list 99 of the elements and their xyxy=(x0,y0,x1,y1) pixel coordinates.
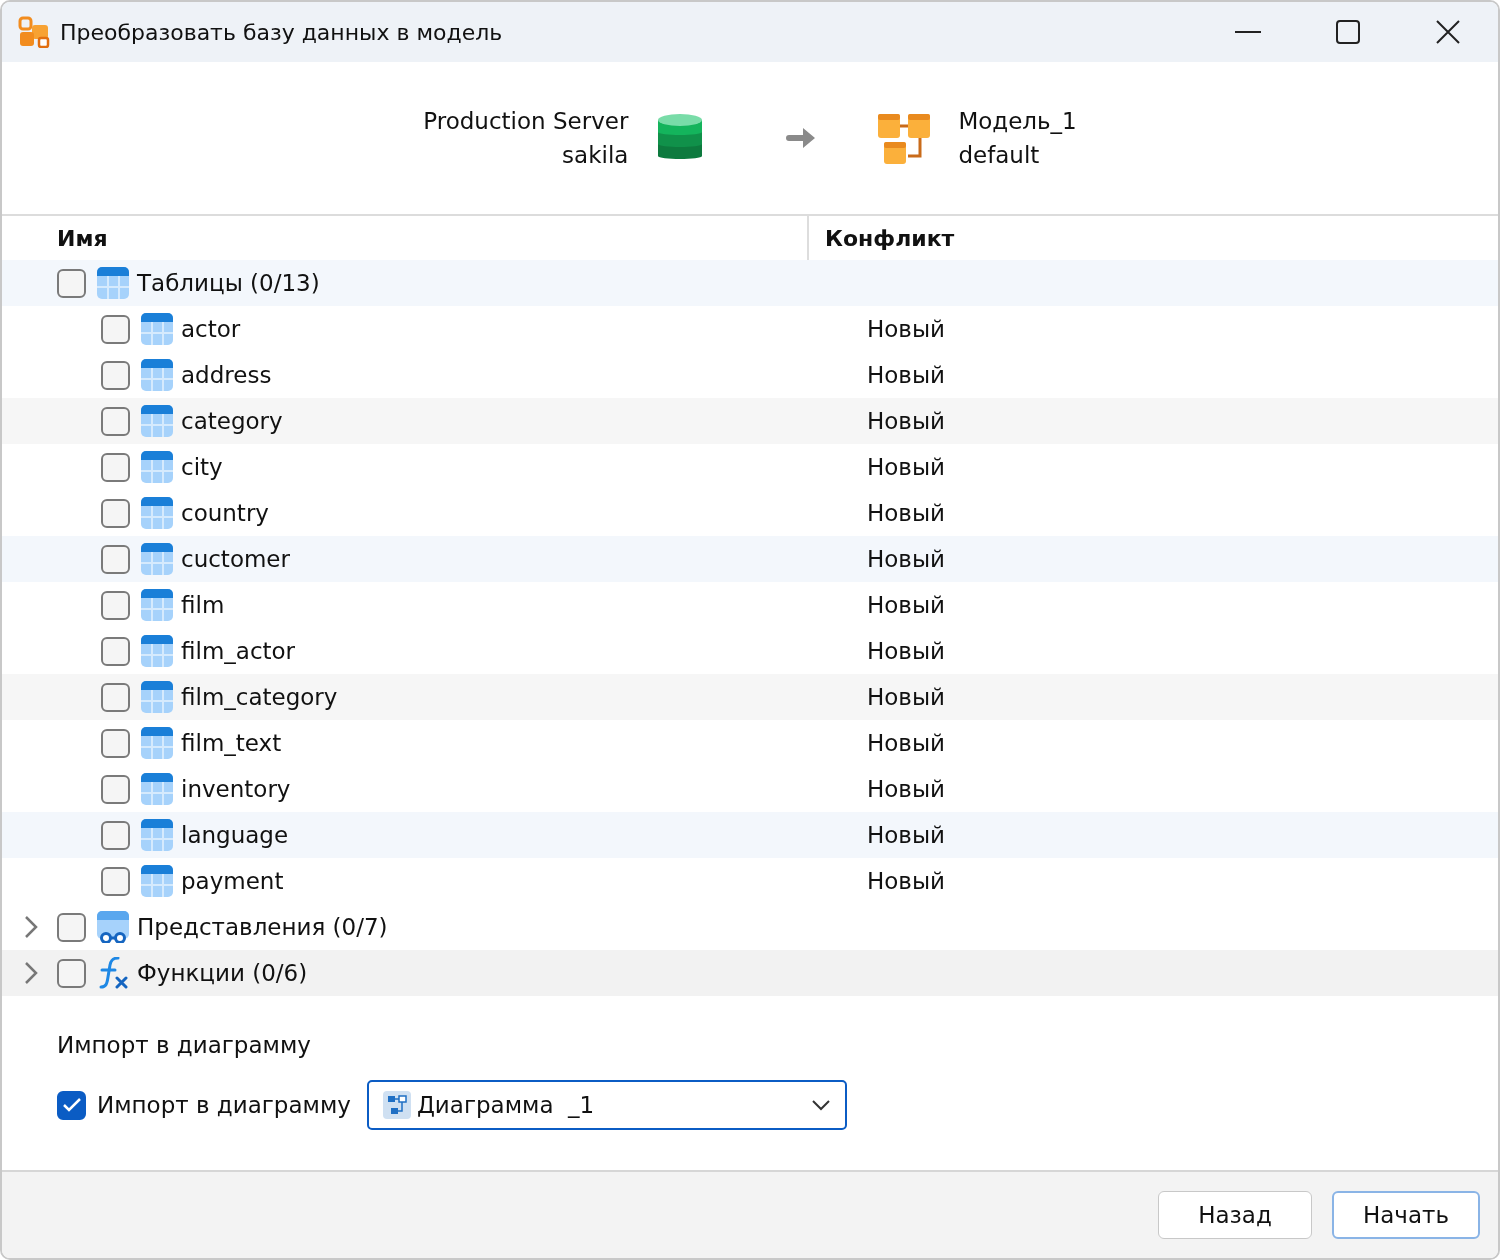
conflict-status: Новый xyxy=(866,638,946,664)
tree-row[interactable]: Функции (0/6) xyxy=(2,950,1498,996)
table-icon xyxy=(141,727,173,759)
conflict-status: Новый xyxy=(866,546,946,572)
checkbox[interactable] xyxy=(101,728,130,758)
tree-row[interactable]: actor Новый xyxy=(2,306,1498,352)
view-icon xyxy=(97,911,129,943)
table-icon xyxy=(141,313,173,345)
checkbox[interactable] xyxy=(101,774,130,804)
table-icon xyxy=(141,589,173,621)
checkbox[interactable] xyxy=(101,820,130,850)
conflict-status: Новый xyxy=(866,776,946,802)
group-label: Таблицы (0/13) xyxy=(137,270,320,296)
tree-row[interactable]: address Новый xyxy=(2,352,1498,398)
table-name: city xyxy=(181,454,223,480)
checkbox[interactable] xyxy=(101,360,130,390)
tree-row[interactable]: cuctomer Новый xyxy=(2,536,1498,582)
database-name: sakila xyxy=(562,141,629,170)
checkbox[interactable] xyxy=(57,268,86,298)
chevron-right-icon[interactable] xyxy=(24,961,38,985)
checkbox[interactable] xyxy=(101,406,130,436)
tree-row[interactable]: payment Новый xyxy=(2,858,1498,904)
model-diagram-icon xyxy=(878,112,931,164)
checkbox[interactable] xyxy=(101,544,130,574)
table-name: inventory xyxy=(181,776,291,802)
table-icon xyxy=(141,405,173,437)
column-header[interactable]: Конфликт xyxy=(809,225,955,251)
table-icon xyxy=(141,865,173,897)
chevron-right-icon[interactable] xyxy=(24,915,38,939)
tree-row[interactable]: film Новый xyxy=(2,582,1498,628)
conflict-status: Новый xyxy=(866,684,946,710)
table-icon xyxy=(141,773,173,805)
table-name: cuctomer xyxy=(181,546,290,572)
table-name: film_text xyxy=(181,730,282,756)
conflict-status: Новый xyxy=(866,362,946,388)
conflict-status: Новый xyxy=(866,868,946,894)
schema-name: default xyxy=(958,141,1040,170)
table-icon xyxy=(97,267,129,299)
function-icon xyxy=(97,957,129,989)
checkbox[interactable] xyxy=(101,498,130,528)
table-name: film xyxy=(181,592,225,618)
model-name: Модель_1 xyxy=(958,107,1077,136)
group-label: Представления (0/7) xyxy=(137,914,388,940)
table-icon xyxy=(141,497,173,529)
table-name: language xyxy=(181,822,289,848)
checkbox[interactable] xyxy=(101,590,130,620)
table-name: payment xyxy=(181,868,284,894)
conflict-status: Новый xyxy=(866,316,946,342)
tree-row[interactable]: Представления (0/7) xyxy=(2,904,1498,950)
back-button[interactable]: Назад xyxy=(1158,1191,1312,1239)
checkbox[interactable] xyxy=(57,912,86,942)
section-heading: Импорт в диаграмму xyxy=(57,1032,312,1058)
conflict-status: Новый xyxy=(866,500,946,526)
conflict-status: Новый xyxy=(866,454,946,480)
table-name: country xyxy=(181,500,269,526)
table-icon xyxy=(141,359,173,391)
checkmark-icon xyxy=(61,1097,82,1113)
checkbox[interactable] xyxy=(57,958,86,988)
table-icon xyxy=(141,635,173,667)
conflict-status: Новый xyxy=(866,408,946,434)
tree-row[interactable]: Таблицы (0/13) xyxy=(2,260,1498,306)
table-name: category xyxy=(181,408,283,434)
checkbox[interactable] xyxy=(57,1090,86,1120)
conflict-status: Новый xyxy=(866,730,946,756)
tree-row[interactable]: language Новый xyxy=(2,812,1498,858)
tree-row[interactable]: film_text Новый xyxy=(2,720,1498,766)
close-icon xyxy=(1436,20,1460,44)
checkbox[interactable] xyxy=(101,866,130,896)
table-icon xyxy=(141,543,173,575)
table-name: actor xyxy=(181,316,241,342)
table-icon xyxy=(141,451,173,483)
conflict-status: Новый xyxy=(866,592,946,618)
minimize-icon xyxy=(1235,31,1261,33)
tree-row[interactable]: city Новый xyxy=(2,444,1498,490)
diagram-icon xyxy=(382,1091,411,1119)
app-logo-icon xyxy=(18,16,50,48)
table-icon xyxy=(141,681,173,713)
checkbox[interactable] xyxy=(101,682,130,712)
server-name: Production Server xyxy=(423,107,629,136)
start-button[interactable]: Начать xyxy=(1332,1191,1480,1239)
table-icon xyxy=(141,819,173,851)
tree-row[interactable]: film_category Новый xyxy=(2,674,1498,720)
tree-row[interactable]: category Новый xyxy=(2,398,1498,444)
maximize-icon xyxy=(1336,20,1360,44)
group-label: Функции (0/6) xyxy=(137,960,308,986)
tree-row[interactable]: film_actor Новый xyxy=(2,628,1498,674)
checkbox[interactable] xyxy=(101,452,130,482)
window-title: Преобразовать базу данных в модель xyxy=(60,19,504,45)
table-name: address xyxy=(181,362,272,388)
tree-row[interactable]: country Новый xyxy=(2,490,1498,536)
tree-row[interactable]: inventory Новый xyxy=(2,766,1498,812)
table-name: film_category xyxy=(181,684,338,710)
checkbox[interactable] xyxy=(101,636,130,666)
conflict-status: Новый xyxy=(866,822,946,848)
checkbox-label: Импорт в диаграмму xyxy=(97,1092,351,1118)
chevron-down-icon xyxy=(810,1099,831,1111)
checkbox[interactable] xyxy=(101,314,130,344)
table-name: film_actor xyxy=(181,638,296,664)
diagram-dropdown[interactable]: Диаграмма _1 xyxy=(366,1080,847,1130)
